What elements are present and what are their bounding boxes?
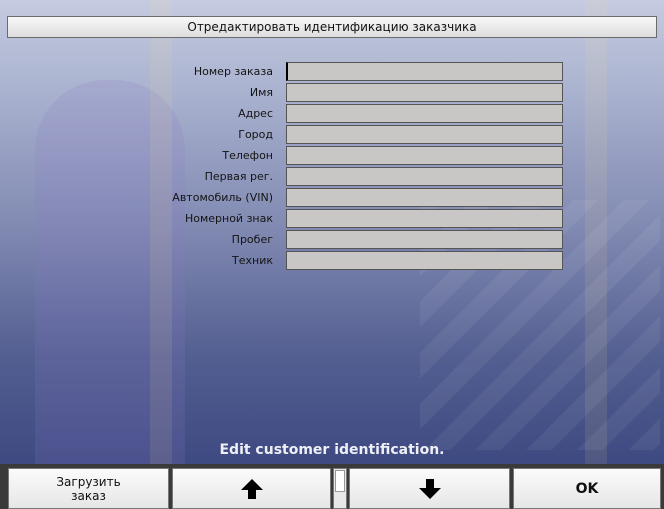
ok-button[interactable]: OK <box>513 468 661 509</box>
form-row-phone: Телефон <box>0 146 664 166</box>
first-registration-label: Первая рег. <box>204 170 273 183</box>
hint-text: Edit customer identification. <box>219 442 445 458</box>
order-number-input[interactable] <box>286 62 563 81</box>
phone-label: Телефон <box>222 149 273 162</box>
form-row-license-plate: Номерной знак <box>0 209 664 229</box>
form-row-vin: Автомобиль (VIN) <box>0 188 664 208</box>
vin-label: Автомобиль (VIN) <box>172 191 273 204</box>
license-plate-input[interactable] <box>286 209 563 228</box>
window-title-bar: Отредактировать идентификацию заказчика <box>7 16 657 38</box>
window-title: Отредактировать идентификацию заказчика <box>187 20 477 34</box>
city-label: Город <box>238 128 273 141</box>
arrow-down-icon <box>418 478 442 500</box>
technician-input[interactable] <box>286 251 563 270</box>
form-row-technician: Техник <box>0 251 664 271</box>
form-row-address: Адрес <box>0 104 664 124</box>
move-down-button[interactable] <box>349 468 510 509</box>
phone-input[interactable] <box>286 146 563 165</box>
mileage-label: Пробег <box>231 233 273 246</box>
move-up-button[interactable] <box>172 468 331 509</box>
address-label: Адрес <box>238 107 273 120</box>
vin-input[interactable] <box>286 188 563 207</box>
order-number-label: Номер заказа <box>193 65 273 78</box>
name-input[interactable] <box>286 83 563 102</box>
arrow-up-icon <box>240 478 264 500</box>
mileage-input[interactable] <box>286 230 563 249</box>
address-input[interactable] <box>286 104 563 123</box>
form-row-mileage: Пробег <box>0 230 664 250</box>
load-order-button[interactable]: Загрузить заказ <box>8 468 169 509</box>
scrollbar[interactable] <box>333 468 347 509</box>
technician-label: Техник <box>232 254 273 267</box>
name-label: Имя <box>249 86 273 99</box>
form-row-city: Город <box>0 125 664 145</box>
scrollbar-thumb[interactable] <box>335 470 345 492</box>
form-row-name: Имя <box>0 83 664 103</box>
form-row-order-number: Номер заказа <box>0 62 664 82</box>
load-order-label-line1: Загрузить <box>56 474 121 489</box>
ok-label: OK <box>575 480 599 497</box>
license-plate-label: Номерной знак <box>184 212 273 225</box>
first-registration-input[interactable] <box>286 167 563 186</box>
load-order-label-line2: заказ <box>71 488 106 503</box>
form-row-first-registration: Первая рег. <box>0 167 664 187</box>
city-input[interactable] <box>286 125 563 144</box>
